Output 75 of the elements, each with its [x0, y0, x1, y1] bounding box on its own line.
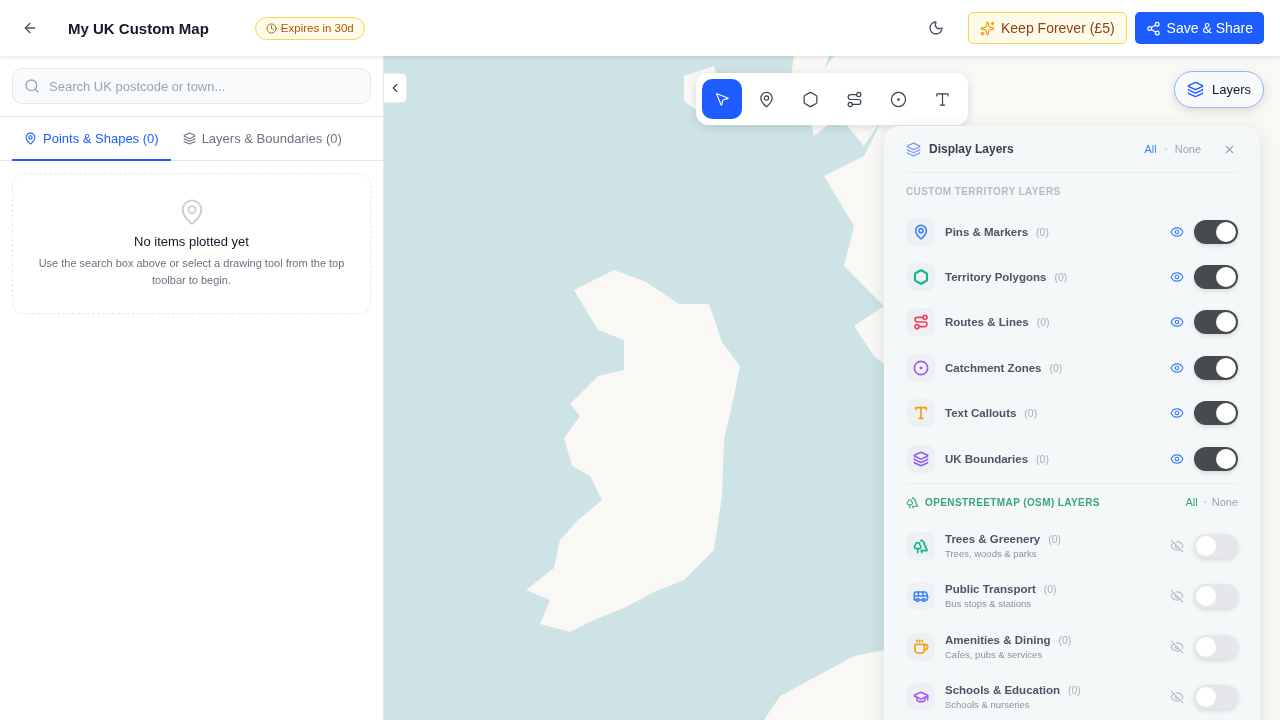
empty-title: No items plotted yet	[134, 234, 249, 249]
search-field[interactable]: Search UK postcode or town...	[12, 68, 371, 104]
layer-count: (0)	[1068, 684, 1081, 697]
eye-off-icon[interactable]	[1170, 589, 1184, 604]
all-link[interactable]: All	[1144, 143, 1157, 155]
layer-count: (0)	[1054, 271, 1068, 284]
toggle-switch[interactable]	[1194, 685, 1238, 710]
eye-icon[interactable]	[1170, 315, 1184, 330]
all-link[interactable]: All	[1185, 496, 1198, 509]
layer-name: Public Transport	[945, 583, 1036, 596]
expiry-badge: Expires in 30d	[254, 16, 365, 40]
pin-icon	[24, 131, 37, 145]
eye-off-icon[interactable]	[1170, 639, 1184, 654]
layers-icon	[1186, 81, 1204, 98]
map-title: My UK Custom Map	[68, 19, 209, 37]
layer-count: (0)	[1024, 407, 1038, 420]
layer-description: Cafes, pubs & services	[945, 648, 1044, 660]
pointer-icon	[714, 91, 730, 107]
layer-description: Trees, woods & parks	[945, 547, 1038, 559]
toggle-switch[interactable]	[1194, 533, 1238, 558]
empty-text: Use the search box above or select a drawing tool from the top toolbar to begin.	[37, 256, 346, 288]
panel-title: Display Layers	[929, 142, 1015, 156]
layer-name: Amenities & Dining	[945, 633, 1051, 646]
collapse-button[interactable]	[384, 73, 407, 103]
layer-name: UK Boundaries	[945, 452, 1029, 465]
layer-count: (0)	[1036, 316, 1050, 329]
save-share-button[interactable]: Save & Share	[1134, 12, 1264, 44]
sidebar-tab[interactable]: Layers & Boundaries (0)	[170, 117, 354, 161]
eye-icon[interactable]	[1170, 360, 1184, 375]
tool-button[interactable]	[702, 79, 742, 119]
moon-icon[interactable]	[926, 18, 946, 38]
layer-name: Schools & Education	[945, 684, 1060, 697]
eye-icon[interactable]	[1170, 451, 1184, 466]
search-icon	[24, 78, 40, 94]
layers-icon	[906, 141, 921, 157]
layer-count: (0)	[1036, 225, 1049, 238]
pin-icon	[757, 90, 775, 108]
layer-count: (0)	[1036, 452, 1049, 465]
toggle-switch[interactable]	[1194, 584, 1238, 609]
toggle-switch[interactable]	[1194, 219, 1238, 244]
sidebar-tab[interactable]: Points & Shapes (0)	[12, 117, 171, 161]
eye-icon[interactable]	[1170, 224, 1184, 239]
toggle-switch[interactable]	[1194, 355, 1238, 380]
layer-name: Trees & Greenery	[945, 532, 1041, 545]
layer-name: Text Callouts	[945, 407, 1017, 420]
sparkles-icon	[980, 20, 995, 36]
layer-count: (0)	[1049, 361, 1063, 374]
text-icon	[933, 90, 951, 108]
layer-name: Routes & Lines	[945, 316, 1029, 329]
eye-icon[interactable]	[1170, 406, 1184, 421]
route-icon	[845, 90, 863, 108]
layer-count: (0)	[1048, 532, 1062, 545]
layers-icon	[182, 131, 196, 145]
eye-off-icon[interactable]	[1170, 690, 1184, 705]
section-title: CUSTOM TERRITORY LAYERS	[906, 185, 1062, 197]
layer-description: Schools & nurseries	[945, 699, 1031, 711]
share-icon	[1145, 20, 1161, 36]
toggle-switch[interactable]	[1194, 265, 1238, 290]
layer-count: (0)	[1058, 633, 1072, 646]
toggle-switch[interactable]	[1194, 310, 1238, 335]
toggle-switch[interactable]	[1194, 446, 1238, 471]
layer-name: Territory Polygons	[945, 271, 1047, 284]
layer-name: Pins & Markers	[945, 225, 1029, 238]
toggle-switch[interactable]	[1194, 401, 1238, 426]
hexagon-icon	[801, 90, 819, 108]
trees-icon	[906, 495, 919, 509]
eye-off-icon[interactable]	[1170, 538, 1184, 553]
layer-name: Catchment Zones	[945, 361, 1042, 374]
keep-forever-button[interactable]: Keep Forever (£5)	[968, 12, 1127, 44]
section-title: OPENSTREETMAP (OSM) LAYERS	[925, 496, 1101, 508]
circle-dot-icon	[889, 90, 907, 108]
eye-icon[interactable]	[1170, 270, 1184, 285]
toggle-switch[interactable]	[1194, 634, 1238, 659]
layer-count: (0)	[1043, 583, 1057, 596]
layer-description: Bus stops & stations	[945, 598, 1033, 610]
